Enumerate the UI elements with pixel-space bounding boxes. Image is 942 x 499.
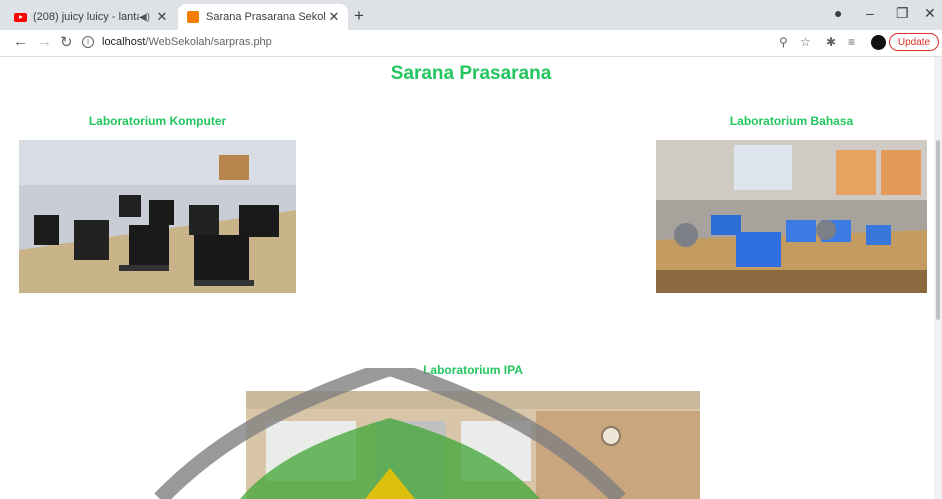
- url-path: /WebSekolah/sarpras.php: [145, 36, 272, 48]
- reading-list-icon[interactable]: ≡: [848, 35, 855, 49]
- close-window-icon[interactable]: ✕: [924, 5, 936, 22]
- page-content: Sarana Prasarana Laboratorium Komputer L…: [0, 57, 942, 499]
- browser-toolbar: ← → ↻ i localhost/WebSekolah/sarpras.php…: [0, 30, 942, 57]
- lab-bahasa-photo: [656, 140, 927, 293]
- zoom-icon[interactable]: ⚲: [779, 35, 788, 49]
- audio-playing-icon[interactable]: ◀): [139, 12, 150, 23]
- extensions-icon[interactable]: ✱: [826, 35, 836, 49]
- restore-icon[interactable]: ❐: [896, 5, 909, 22]
- bookmark-star-icon[interactable]: ☆: [800, 35, 811, 49]
- tab-youtube[interactable]: (208) juicy luicy - lantas (spe ◀) ✕: [8, 4, 176, 30]
- close-tab-icon[interactable]: ✕: [154, 9, 170, 25]
- update-button[interactable]: Update: [889, 33, 939, 51]
- minimize-icon[interactable]: –: [866, 5, 874, 21]
- scrollbar-thumb[interactable]: [936, 140, 940, 320]
- lab-komputer-photo: [19, 140, 296, 293]
- lab-bahasa-title: Laboratorium Bahasa: [729, 114, 854, 128]
- lab-komputer-title: Laboratorium Komputer: [88, 114, 227, 128]
- reload-icon[interactable]: ↻: [60, 33, 73, 51]
- profile-avatar[interactable]: [871, 35, 886, 50]
- tab-title: Sarana Prasarana Sekolah: [206, 11, 326, 23]
- tab-strip: (208) juicy luicy - lantas (spe ◀) ✕ Sar…: [0, 0, 942, 30]
- youtube-icon: [14, 12, 27, 22]
- forward-icon[interactable]: →: [37, 33, 52, 50]
- tab-title: (208) juicy luicy - lantas (spe: [33, 11, 139, 23]
- address-bar[interactable]: i localhost/WebSekolah/sarpras.php: [82, 32, 722, 52]
- tab-sarpras[interactable]: Sarana Prasarana Sekolah ✕: [178, 4, 348, 30]
- close-tab-icon[interactable]: ✕: [326, 9, 342, 25]
- page-title: Sarana Prasarana: [390, 63, 552, 84]
- back-icon[interactable]: ←: [13, 33, 28, 50]
- info-icon[interactable]: i: [82, 36, 94, 48]
- url-host: localhost: [102, 36, 146, 48]
- new-tab-icon[interactable]: +: [354, 6, 364, 26]
- record-icon[interactable]: ●: [834, 5, 842, 21]
- university-logo-watermark: [154, 368, 626, 499]
- site-favicon-icon: [187, 11, 199, 23]
